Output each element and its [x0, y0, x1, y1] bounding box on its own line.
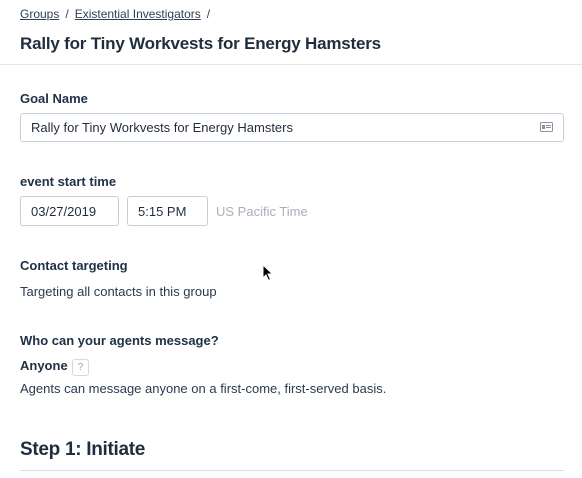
breadcrumb-separator: /: [65, 7, 69, 21]
event-time-input[interactable]: [127, 196, 208, 226]
event-start-time-label: event start time: [20, 174, 117, 189]
mouse-cursor-icon: [262, 264, 274, 282]
page-title: Rally for Tiny Workvests for Energy Hams…: [20, 34, 381, 53]
goal-name-input[interactable]: [20, 113, 564, 142]
agents-option-description: Agents can message anyone on a first-com…: [20, 381, 387, 396]
timezone-text: US Pacific Time: [216, 204, 308, 219]
breadcrumb-link-groups[interactable]: Groups: [20, 7, 59, 21]
step-title: Step 1: Initiate: [20, 439, 146, 460]
card-icon[interactable]: [540, 122, 553, 132]
breadcrumb-separator: /: [206, 7, 211, 21]
agents-option-label: Anyone: [20, 358, 68, 373]
contact-targeting-label: Contact targeting: [20, 258, 128, 273]
goal-name-label: Goal Name: [20, 91, 88, 106]
help-icon[interactable]: ?: [72, 359, 89, 376]
header-divider: [0, 64, 582, 65]
contact-targeting-text: Targeting all contacts in this group: [20, 284, 217, 299]
breadcrumb-link-group[interactable]: Existential Investigators: [75, 7, 201, 21]
step-divider: [20, 470, 564, 471]
agents-message-label: Who can your agents message?: [20, 333, 219, 348]
event-date-input[interactable]: [20, 196, 119, 226]
breadcrumb: Groups / Existential Investigators /: [20, 7, 210, 21]
